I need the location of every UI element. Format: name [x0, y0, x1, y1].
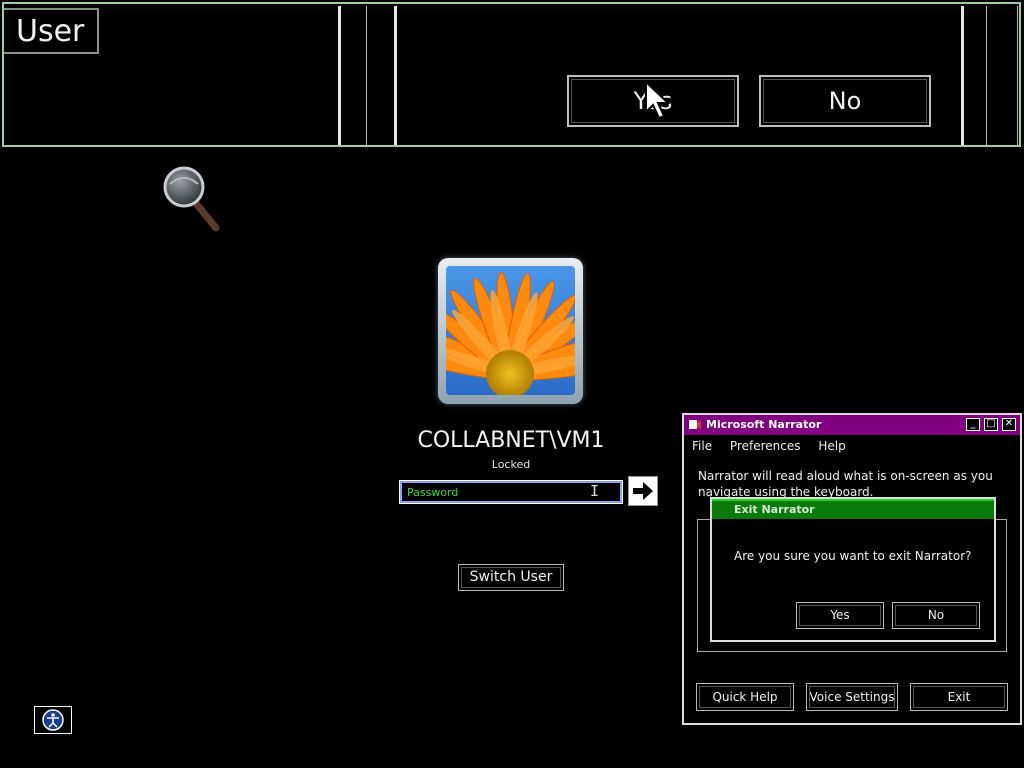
exit-dialog-title: Exit Narrator: [734, 503, 815, 516]
mouse-cursor-icon: [645, 80, 671, 120]
magnified-no-button[interactable]: No: [759, 75, 931, 127]
password-field[interactable]: [399, 480, 623, 504]
magnified-divider: [366, 6, 367, 145]
voice-settings-button[interactable]: Voice Settings: [806, 683, 898, 711]
narrator-titlebar[interactable]: Microsoft Narrator _ □ ✕: [684, 415, 1020, 435]
exit-yes-button[interactable]: Yes: [796, 602, 884, 629]
exit-no-button[interactable]: No: [892, 602, 980, 629]
minimize-button[interactable]: _: [966, 418, 980, 431]
narrator-description: Narrator will read aloud what is on-scre…: [698, 469, 993, 499]
arrow-right-icon: [633, 482, 653, 500]
exit-dialog-titlebar[interactable]: Exit Narrator: [712, 499, 994, 519]
narrator-app-icon: [689, 420, 701, 429]
magnified-user-label: User: [4, 8, 99, 54]
magnified-divider: [338, 6, 341, 145]
narrator-menubar: File Preferences Help: [692, 439, 860, 453]
magnified-divider: [986, 6, 987, 145]
menu-preferences[interactable]: Preferences: [730, 439, 801, 453]
ease-of-access-icon: [42, 709, 64, 731]
maximize-button[interactable]: □: [984, 418, 998, 431]
switch-user-button[interactable]: Switch User: [458, 564, 564, 591]
exit-dialog-message: Are you sure you want to exit Narrator?: [734, 549, 972, 563]
magnified-divider: [1017, 6, 1018, 145]
magnifier-icon[interactable]: [162, 166, 222, 236]
close-button[interactable]: ✕: [1002, 418, 1016, 431]
text-cursor-icon: I: [590, 482, 600, 500]
quick-help-button[interactable]: Quick Help: [696, 683, 794, 711]
user-picture: [446, 266, 575, 395]
magnified-divider: [961, 6, 964, 145]
menu-help[interactable]: Help: [818, 439, 845, 453]
exit-narrator-dialog: Exit Narrator Are you sure you want to e…: [710, 497, 996, 642]
username-label: COLLABNET\VM1: [417, 428, 605, 453]
ease-of-access-button[interactable]: [34, 706, 72, 734]
account-status: Locked: [491, 458, 531, 471]
exit-button[interactable]: Exit: [910, 683, 1008, 711]
menu-file[interactable]: File: [692, 439, 712, 453]
user-tile: [438, 258, 583, 404]
narrator-title: Microsoft Narrator: [706, 418, 822, 431]
magnified-divider: [394, 6, 397, 145]
submit-arrow-button[interactable]: [628, 476, 658, 506]
magnifier-panel: User Yes No: [2, 2, 1021, 147]
